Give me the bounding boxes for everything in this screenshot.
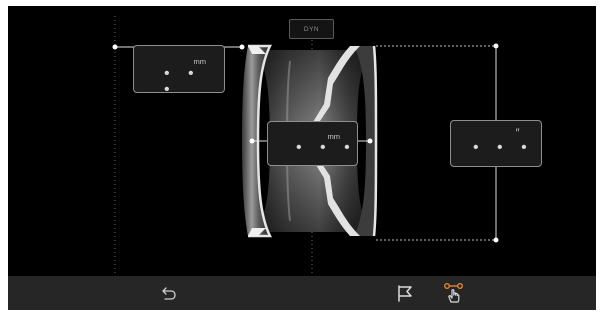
center-width-value: • • • bbox=[296, 139, 357, 156]
left-width-handle-right bbox=[239, 44, 245, 50]
diameter-handle-top bbox=[493, 43, 499, 49]
center-width-handle-left bbox=[249, 138, 255, 144]
center-width-handle-right bbox=[367, 138, 373, 144]
left-width-handle-left bbox=[112, 44, 118, 50]
left-width-value: • • • bbox=[164, 65, 201, 98]
dyn-mode-label: DYN bbox=[303, 25, 320, 33]
left-width-field[interactable]: mm • • • bbox=[133, 45, 225, 98]
diameter-value: • • • bbox=[473, 139, 534, 156]
bottom-toolbar bbox=[8, 276, 596, 310]
diameter-handle-bottom bbox=[493, 237, 499, 243]
center-width-field[interactable]: mm • • • bbox=[267, 121, 358, 166]
dyn-mode-button[interactable]: DYN bbox=[289, 19, 334, 39]
diameter-unit: ″ bbox=[515, 127, 519, 139]
back-arrow-icon[interactable] bbox=[161, 284, 177, 307]
diameter-field[interactable]: ″ • • • bbox=[450, 120, 542, 167]
touch-points-icon[interactable] bbox=[443, 282, 465, 309]
wheel-measurement-screen: DYN mm • • • mm • • • ″ • • • bbox=[8, 6, 596, 310]
flag-icon[interactable] bbox=[396, 284, 414, 307]
wheel-canvas: DYN mm • • • mm • • • ″ • • • bbox=[8, 6, 596, 276]
